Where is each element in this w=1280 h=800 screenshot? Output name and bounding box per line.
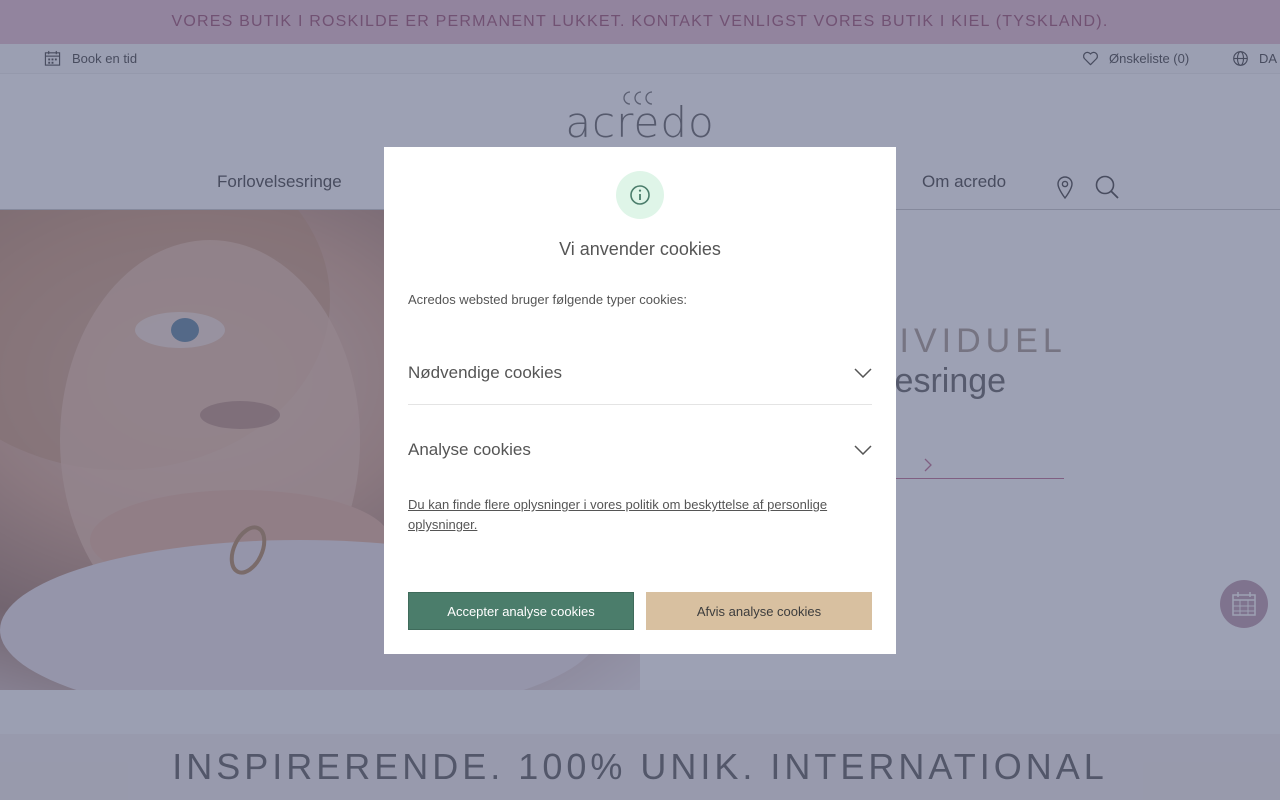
cookie-consent-dialog: Vi anvender cookies Acredos websted brug… xyxy=(384,147,896,654)
chevron-down-icon xyxy=(854,445,872,455)
reject-analytics-cookies-button[interactable]: Afvis analyse cookies xyxy=(646,592,872,630)
accordion-label: Nødvendige cookies xyxy=(408,362,563,382)
chevron-down-icon xyxy=(854,367,872,378)
info-icon xyxy=(630,185,650,205)
cookie-dialog-intro: Acredos websted bruger følgende typer co… xyxy=(408,292,687,307)
info-icon-badge xyxy=(616,171,664,219)
cookie-dialog-title: Vi anvender cookies xyxy=(559,239,721,259)
accept-analytics-cookies-button[interactable]: Accepter analyse cookies xyxy=(408,592,634,630)
privacy-policy-link[interactable]: Du kan finde flere oplysninger i vores p… xyxy=(408,495,868,535)
accordion-necessary-cookies[interactable]: Nødvendige cookies xyxy=(408,341,872,405)
accordion-analytics-cookies[interactable]: Analyse cookies xyxy=(408,418,872,482)
accordion-label: Analyse cookies xyxy=(408,440,531,459)
